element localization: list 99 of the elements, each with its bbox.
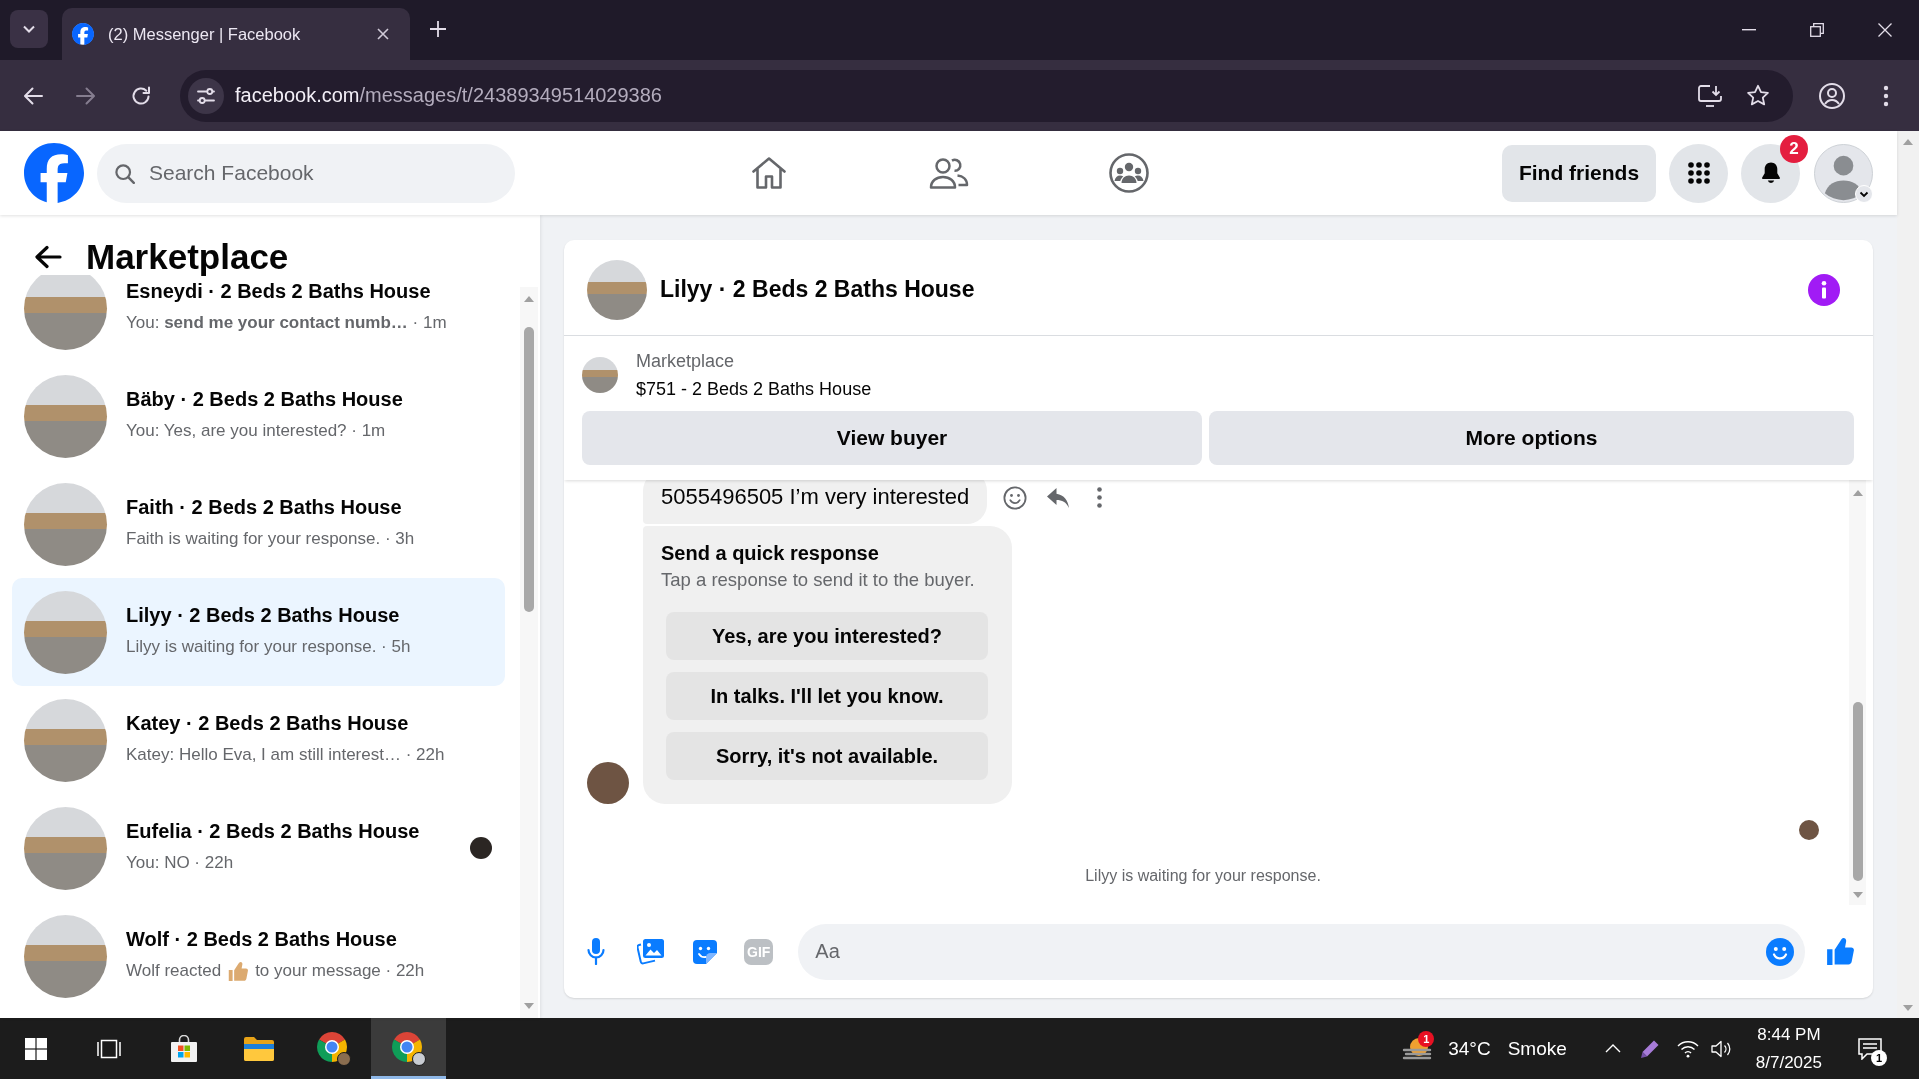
photo-icon[interactable] (637, 938, 665, 965)
chevron-up-icon[interactable] (1604, 1044, 1621, 1053)
conversation-title: Katey · 2 Beds 2 Baths House (126, 711, 410, 736)
reload-icon[interactable] (131, 85, 151, 106)
microphone-icon[interactable] (587, 938, 605, 965)
tab-list-button[interactable] (10, 10, 48, 48)
listing-label: Marketplace (636, 350, 736, 373)
plus-icon[interactable] (430, 21, 446, 37)
conversation-title: Lilyy · 2 Beds 2 Baths House (126, 603, 401, 628)
find-friends-button[interactable]: Find friends (1502, 144, 1656, 202)
address-bar[interactable]: facebook.com/messages/t/24389349514029386 (180, 69, 1793, 122)
chat-title: Lilyy · 2 Beds 2 Baths House (660, 276, 975, 303)
action-button[interactable]: More options (1209, 411, 1854, 465)
notification-badge: 2 (1780, 134, 1808, 163)
conversation-item[interactable]: Esneydi · 2 Beds 2 Baths House You: send me your contact numb… · 1m (12, 275, 505, 362)
weather-condition: Smoke (1507, 1037, 1567, 1060)
conversation-item[interactable]: Katey · 2 Beds 2 Baths House Katey: Hello Eva, I am still interest… · 22h (12, 686, 505, 794)
sticker-icon[interactable] (692, 938, 718, 965)
clock-date: 8/7/2025 (1755, 1051, 1822, 1074)
message-preview: Wolf reacted (126, 960, 222, 982)
conversation-title: Faith · 2 Beds 2 Baths House (126, 495, 403, 520)
volume-icon[interactable] (1710, 1039, 1733, 1058)
search-field[interactable]: Search Facebook (97, 143, 515, 203)
message-bubble: 5055496505 I’m very interested (643, 480, 988, 524)
message-preview: You: Yes, are you interested? · 1m (126, 420, 386, 442)
more-icon[interactable] (1097, 487, 1103, 508)
page-title: Marketplace (86, 239, 289, 275)
browser-tab[interactable]: (2) Messenger | Facebook (62, 8, 410, 60)
thumbs-up-icon[interactable] (1826, 937, 1854, 966)
facebook-logo-icon (72, 23, 94, 45)
thumbs-up-icon (228, 960, 249, 982)
star-icon[interactable] (1746, 84, 1770, 107)
emoji-icon[interactable] (1766, 937, 1794, 966)
store-icon (169, 1034, 198, 1063)
conversation-item[interactable]: Eufelia · 2 Beds 2 Baths House You: NO · 22h (12, 794, 505, 902)
pen-icon[interactable] (1639, 1038, 1660, 1059)
smiley-icon[interactable] (1003, 485, 1028, 510)
menu-icon[interactable] (1883, 84, 1889, 107)
message-preview: Katey: Hello Eva, I am still interest… · 22h (126, 744, 445, 766)
facebook-logo-icon[interactable] (24, 143, 84, 203)
quick-response-hint: Tap a response to send it to the buyer. (661, 568, 976, 592)
message-preview: You: NO · 22h (126, 852, 234, 874)
quick-reply-button[interactable]: In talks. I'll let you know. (666, 672, 988, 720)
grid-icon (1687, 162, 1710, 184)
wifi-icon[interactable] (1676, 1039, 1699, 1058)
chrome-icon (316, 1031, 351, 1066)
monitor-download-icon[interactable] (1698, 84, 1722, 107)
conversation-title: Bäby · 2 Beds 2 Baths House (126, 387, 403, 412)
scrollbar-thumb[interactable] (1852, 702, 1863, 881)
clock-time: 8:44 PM (1757, 1023, 1821, 1046)
conversation-item[interactable]: Bäby · 2 Beds 2 Baths House You: Yes, are you interested? · 1m (12, 362, 505, 470)
quick-reply-button[interactable]: Sorry, it's not available. (666, 732, 988, 780)
caret-down-icon (23, 25, 35, 33)
photo-placeholder (582, 357, 618, 393)
conversation-item[interactable]: Wolf · 2 Beds 2 Baths House Wolf reacted to your message · 22h (12, 902, 505, 1010)
weather-temperature: 34°C (1448, 1037, 1491, 1060)
conversation-title: Wolf · 2 Beds 2 Baths House (126, 927, 398, 952)
quick-response-title: Send a quick response (661, 541, 880, 566)
message-preview: You: send me your contact numb… · 1m (126, 312, 447, 334)
close-icon[interactable] (1878, 23, 1892, 37)
message-field[interactable]: Aa (798, 923, 1805, 980)
reply-icon[interactable] (1046, 486, 1071, 509)
task-view-icon (96, 1037, 121, 1060)
message-preview: Faith is waiting for your response. · 3h (126, 528, 415, 550)
chevron-down-icon[interactable] (1855, 184, 1873, 203)
scrollbar-thumb[interactable] (524, 327, 534, 612)
conversation-item[interactable]: Lilyy · 2 Beds 2 Baths House Lilyy is waiting for your response. · 5h (12, 578, 505, 686)
search-icon (115, 163, 135, 184)
read-receipt-avatar (1799, 820, 1819, 840)
url-text: facebook.com/messages/t/24389349514029386 (235, 84, 662, 107)
sliders-icon[interactable] (188, 77, 224, 114)
folder-icon (242, 1035, 275, 1062)
info-icon[interactable] (1808, 273, 1840, 306)
quick-reply-button[interactable]: Yes, are you interested? (666, 612, 988, 660)
status-text: Lilyy is waiting for your response. (1085, 866, 1321, 886)
conversation-item[interactable]: Faith · 2 Beds 2 Baths House Faith is waiting for your response. · 3h (12, 470, 505, 578)
home-icon[interactable] (751, 156, 787, 190)
restore-icon[interactable] (1810, 23, 1824, 37)
notification-badge: 1 (1871, 1049, 1887, 1066)
minimize-icon[interactable] (1742, 29, 1756, 31)
back-icon[interactable] (34, 245, 62, 269)
action-button[interactable]: View buyer (582, 411, 1202, 465)
taskbar-button[interactable] (371, 1018, 446, 1079)
listing-title: $751 - 2 Beds 2 Baths House (636, 378, 872, 401)
groups-icon[interactable] (1109, 153, 1149, 193)
windows-icon[interactable] (24, 1037, 47, 1060)
profile-icon[interactable] (1819, 82, 1845, 109)
forward-icon[interactable] (76, 86, 96, 105)
bell-icon (1760, 162, 1781, 184)
close-icon[interactable] (377, 28, 389, 40)
conversation-title: Eufelia · 2 Beds 2 Baths House (126, 819, 420, 844)
speech-bubble-icon[interactable] (1858, 1037, 1882, 1060)
friends-icon[interactable] (929, 157, 969, 189)
message-preview: to your message · 22h (255, 960, 425, 982)
chrome-icon (391, 1031, 426, 1066)
message-preview: Lilyy is waiting for your response. · 5h (126, 636, 411, 658)
conversation-title: Esneydi · 2 Beds 2 Baths House (126, 279, 432, 304)
sender-avatar (587, 762, 629, 804)
alert-badge: 1 (1418, 1030, 1435, 1047)
